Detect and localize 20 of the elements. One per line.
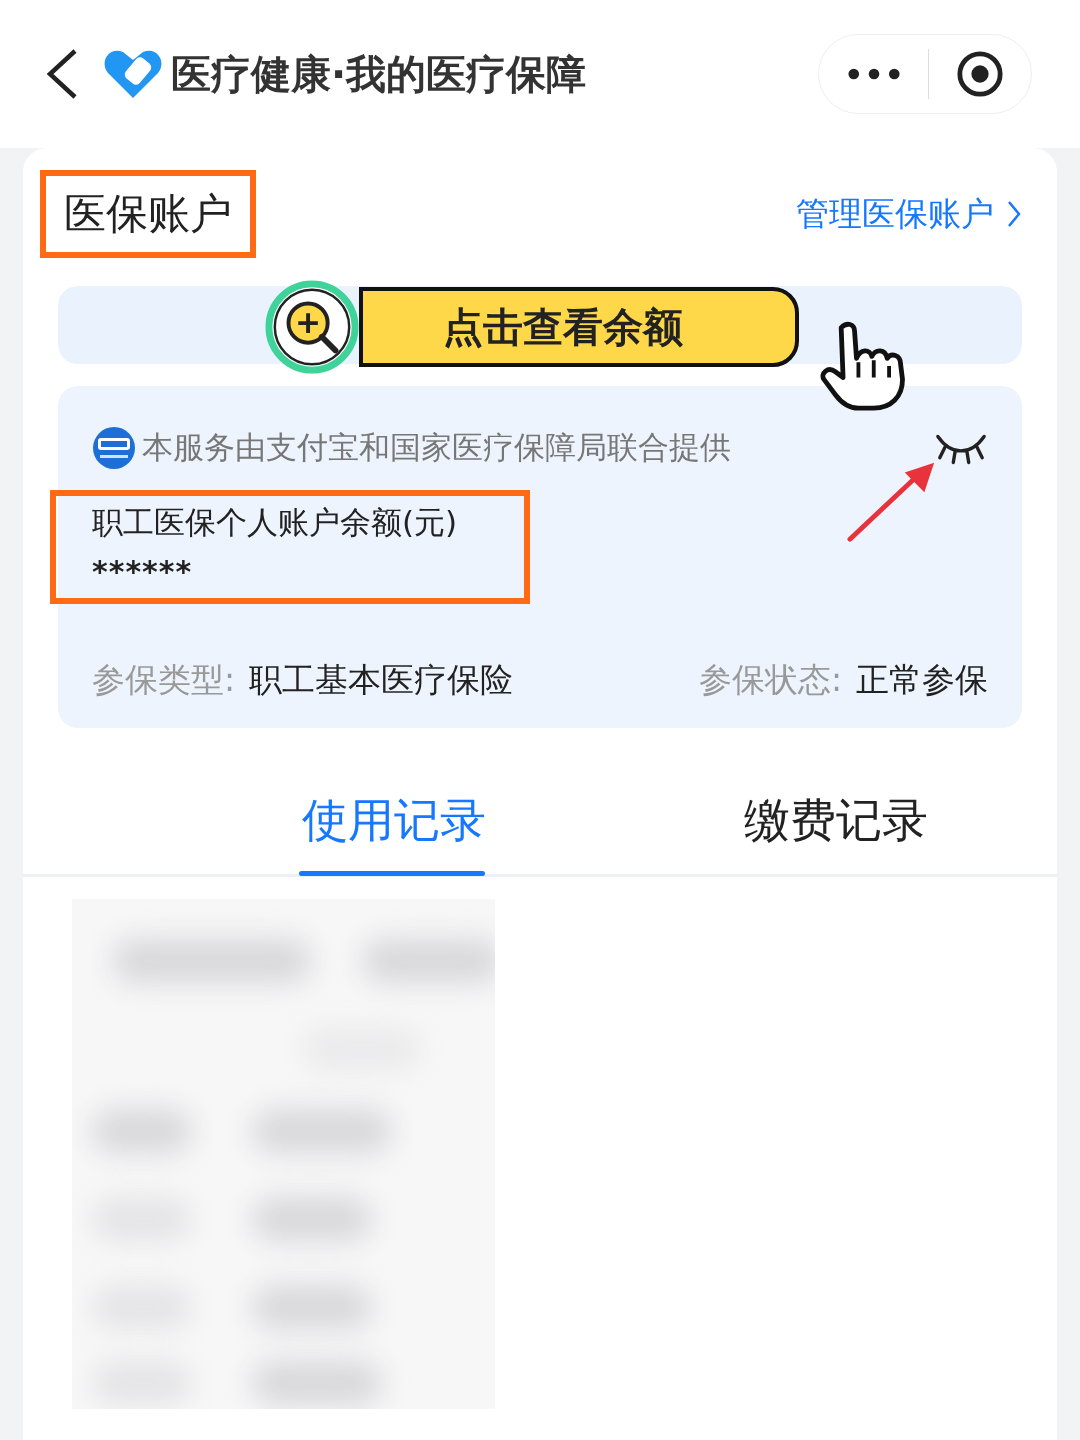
section-title: 医保账户 [64,189,232,238]
manage-account-link[interactable]: 管理医保账户 [796,191,1022,237]
view-balance-button[interactable]: 点击查看余额 [359,287,799,367]
close-target-icon[interactable] [955,50,1004,98]
tab[interactable]: 缴费记录 [615,788,1057,874]
provider-note: 本服务由支付宝和国家医疗保障局联合提供 [142,428,731,467]
detail-label: 参保状态: [698,659,842,701]
balance-value: ****** [92,554,194,589]
back-icon[interactable] [45,48,79,100]
page-title: 医疗健康·我的医疗保障 [171,49,587,99]
detail-value: 正常参保 [856,659,988,701]
more-icon[interactable] [846,67,901,81]
detail-value: 职工基本医疗保险 [249,659,514,701]
heart-logo-icon [103,48,163,100]
zoom-in-icon [265,280,359,374]
balance-label: 职工医保个人账户余额(元) [92,503,459,542]
detail-label: 参保类型: [92,659,236,701]
chevron-right-icon [1006,199,1022,229]
insurance-logo-icon [92,426,136,470]
tab[interactable]: 使用记录 [23,788,615,874]
